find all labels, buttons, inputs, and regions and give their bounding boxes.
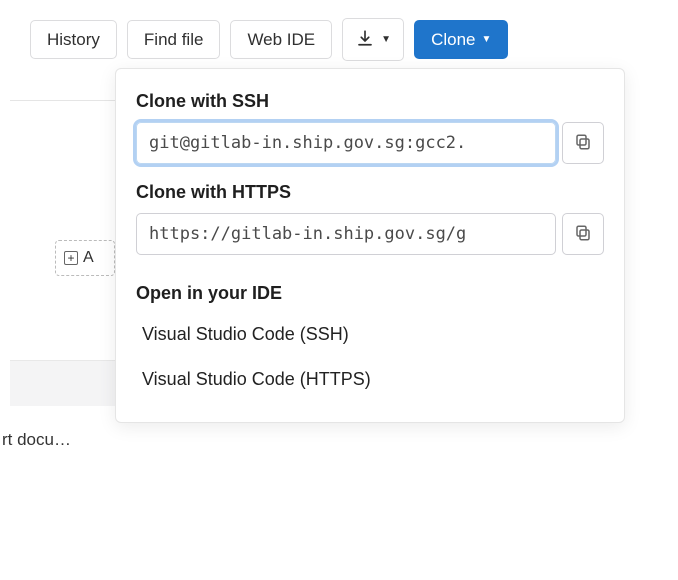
copy-ssh-button[interactable] — [562, 122, 604, 164]
clone-https-label: Clone with HTTPS — [136, 182, 604, 203]
history-button[interactable]: History — [30, 20, 117, 59]
chevron-down-icon: ▼ — [481, 35, 491, 45]
copy-icon — [574, 224, 592, 245]
add-label-partial: A — [83, 249, 94, 267]
download-icon — [355, 29, 375, 50]
open-in-ide-label: Open in your IDE — [136, 283, 604, 304]
panel-fragment — [10, 100, 120, 190]
clone-dropdown-panel: Clone with SSH Clone with HTTPS Open in … — [115, 68, 625, 423]
clone-label: Clone — [431, 31, 475, 48]
row-fragment — [10, 360, 120, 406]
ssh-url-input[interactable] — [136, 122, 556, 164]
add-button-partial[interactable]: + A — [55, 240, 115, 276]
plus-square-icon: + — [64, 251, 78, 265]
copy-https-button[interactable] — [562, 213, 604, 255]
chevron-down-icon: ▼ — [381, 35, 391, 45]
https-url-input[interactable] — [136, 213, 556, 255]
truncated-text: rt docu… — [2, 430, 92, 450]
web-ide-button[interactable]: Web IDE — [230, 20, 332, 59]
clone-button[interactable]: Clone ▼ — [414, 20, 508, 59]
download-button[interactable]: ▼ — [342, 18, 404, 61]
clone-ssh-label: Clone with SSH — [136, 91, 604, 112]
copy-icon — [574, 133, 592, 154]
find-file-button[interactable]: Find file — [127, 20, 221, 59]
ide-option-vscode-ssh[interactable]: Visual Studio Code (SSH) — [136, 312, 604, 357]
ide-option-vscode-https[interactable]: Visual Studio Code (HTTPS) — [136, 357, 604, 402]
